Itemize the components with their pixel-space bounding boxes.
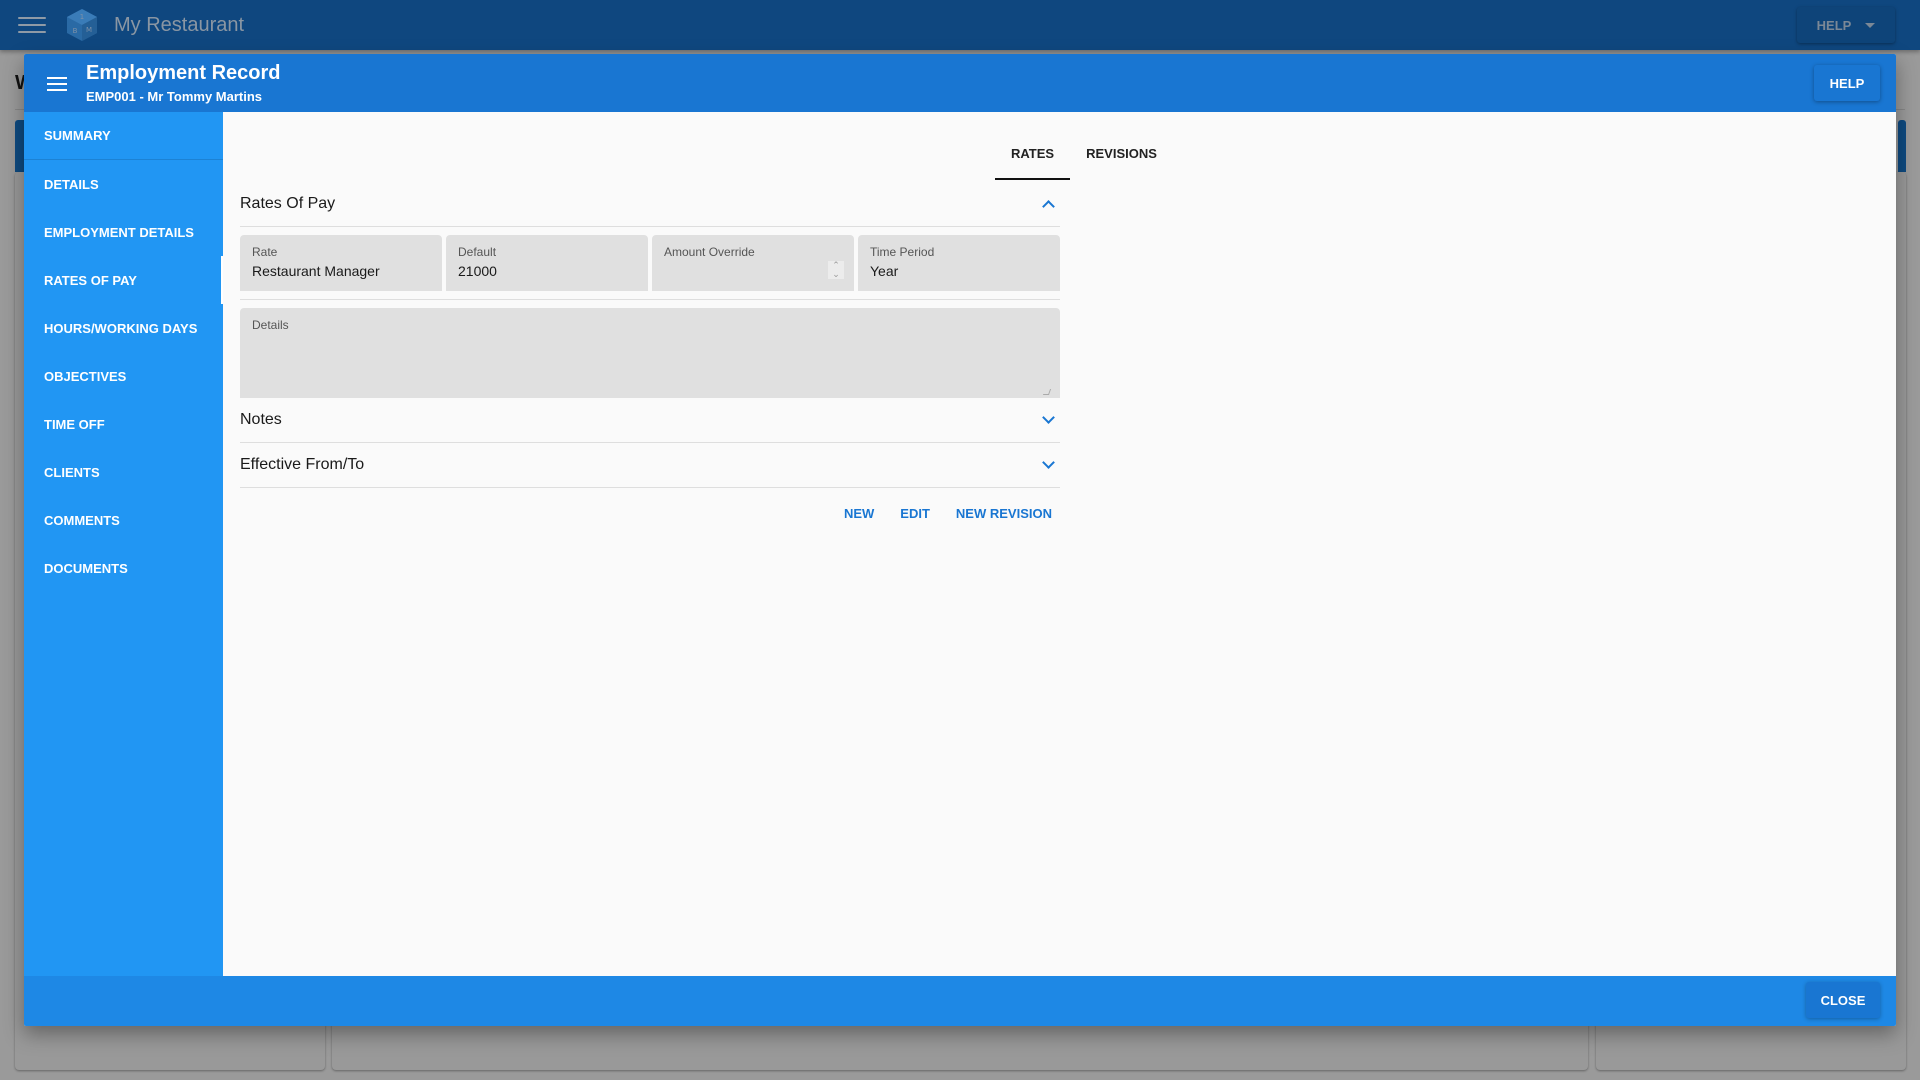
sidebar-item-employment-details[interactable]: EMPLOYMENT DETAILS (24, 208, 223, 256)
employment-record-dialog: Employment Record EMP001 - Mr Tommy Mart… (24, 54, 1896, 1026)
cube-logo-icon: 1 B M (67, 9, 97, 41)
field-value: 21000 (458, 263, 497, 279)
sidebar-item-comments[interactable]: COMMENTS (24, 496, 223, 544)
tab-revisions[interactable]: REVISIONS (1070, 132, 1173, 174)
details-textarea[interactable]: Details (240, 308, 1060, 398)
field-label: Default (458, 245, 497, 259)
field-label: Time Period (870, 245, 935, 259)
hamburger-menu-icon[interactable] (18, 15, 46, 35)
section-title: Rates Of Pay (240, 195, 336, 212)
sidebar-item-objectives[interactable]: OBJECTIVES (24, 352, 223, 400)
field-label: Amount Override (664, 245, 755, 259)
edit-button[interactable]: EDIT (892, 498, 938, 529)
field-label: Details (252, 318, 289, 332)
app-bar: 1 B M My Restaurant HELP (0, 0, 1920, 50)
sidebar: SUMMARY DETAILS EMPLOYMENT DETAILS RATES… (24, 112, 224, 976)
field-label: Rate (252, 245, 278, 259)
tab-bar: RATES REVISIONS (995, 132, 1173, 180)
chevron-down-icon[interactable] (1042, 456, 1055, 469)
sidebar-item-hours-working-days[interactable]: HOURS/WORKING DAYS (24, 304, 223, 352)
chevron-up-icon[interactable] (1042, 200, 1055, 213)
time-period-field[interactable]: Time Period Year (858, 235, 1060, 291)
default-field[interactable]: Default 21000 (446, 235, 648, 291)
sidebar-item-details[interactable]: DETAILS (24, 160, 223, 208)
notes-section-header[interactable]: Notes (240, 398, 1060, 443)
dialog-subtitle: EMP001 - Mr Tommy Martins (86, 89, 263, 104)
amount-override-field[interactable]: Amount Override ⌃ ⌄ (652, 235, 854, 291)
new-button[interactable]: NEW (836, 498, 882, 529)
effective-from-to-section-header[interactable]: Effective From/To (240, 443, 1060, 488)
help-dropdown-label: HELP (1816, 17, 1852, 33)
form-actions: NEW EDIT NEW REVISION (240, 498, 1060, 529)
rate-field[interactable]: Rate Restaurant Manager (240, 235, 442, 291)
field-value: Year (870, 263, 899, 279)
close-button[interactable]: CLOSE (1806, 982, 1880, 1018)
resize-handle-icon[interactable] (1042, 389, 1052, 395)
background-card-header (1898, 120, 1906, 172)
sidebar-item-clients[interactable]: CLIENTS (24, 448, 223, 496)
rates-form: Rates Of Pay Rate Restaurant Manager Def… (240, 182, 1060, 529)
dialog-header: Employment Record EMP001 - Mr Tommy Mart… (24, 54, 1896, 112)
hamburger-menu-icon[interactable] (47, 77, 67, 91)
sidebar-item-rates-of-pay[interactable]: RATES OF PAY (24, 256, 224, 304)
sidebar-item-documents[interactable]: DOCUMENTS (24, 544, 223, 592)
rates-of-pay-section-header[interactable]: Rates Of Pay (240, 182, 1060, 227)
rate-fields-row: Rate Restaurant Manager Default 21000 Am… (240, 235, 1060, 300)
number-spinner-icon[interactable]: ⌃ ⌄ (828, 261, 844, 279)
dialog-title: Employment Record (86, 62, 281, 84)
chevron-down-icon[interactable] (1042, 411, 1055, 424)
section-title: Notes (240, 411, 282, 428)
help-button[interactable]: HELP (1814, 65, 1880, 101)
svg-text:M: M (86, 26, 92, 34)
dialog-content: RATES REVISIONS Rates Of Pay Rate Restau… (223, 112, 1896, 976)
dialog-footer: CLOSE (24, 976, 1896, 1026)
tab-rates[interactable]: RATES (995, 132, 1071, 180)
svg-text:B: B (73, 27, 78, 35)
section-title: Effective From/To (240, 456, 365, 473)
app-title: My Restaurant (114, 13, 245, 36)
field-value: Restaurant Manager (252, 263, 380, 279)
sidebar-item-summary[interactable]: SUMMARY (24, 112, 223, 160)
caret-down-icon (1865, 22, 1876, 28)
svg-text:1: 1 (80, 13, 84, 21)
sidebar-item-time-off[interactable]: TIME OFF (24, 400, 223, 448)
new-revision-button[interactable]: NEW REVISION (948, 498, 1060, 529)
help-dropdown-button[interactable]: HELP (1797, 7, 1895, 43)
